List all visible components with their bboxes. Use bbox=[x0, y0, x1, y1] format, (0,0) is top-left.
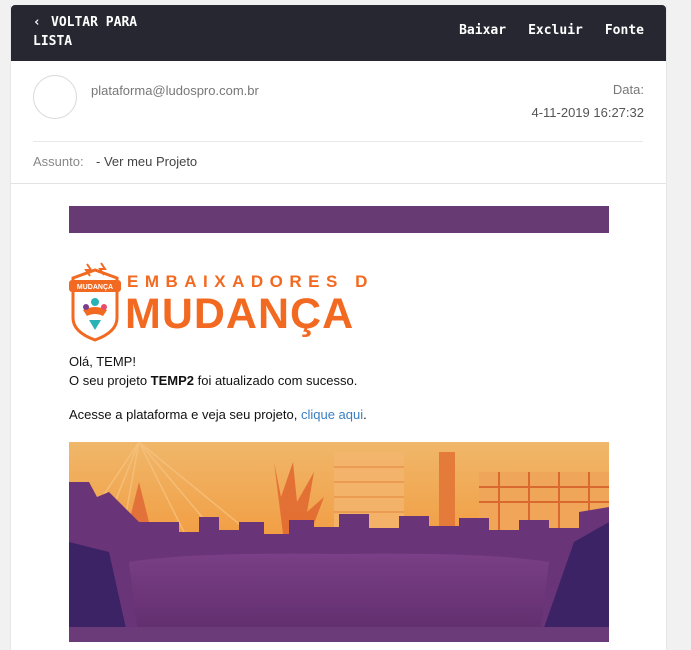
project-name: TEMP2 bbox=[150, 373, 194, 388]
back-to-list-button[interactable]: ‹ VOLTAR PARA LISTA bbox=[33, 13, 183, 51]
message-header: plataforma@ludospro.com.br Data: 4-11-20… bbox=[11, 61, 666, 183]
download-button[interactable]: Baixar bbox=[459, 23, 506, 38]
email-body: MUDANÇA EMBAIXADORES DA MUDANÇA Olá, TEM… bbox=[69, 206, 609, 642]
subject-label: Assunto: bbox=[33, 154, 84, 169]
svg-text:MUDANÇA: MUDANÇA bbox=[77, 284, 113, 291]
email-viewer: ‹ VOLTAR PARA LISTA Baixar Excluir Fonte … bbox=[10, 5, 667, 650]
source-button[interactable]: Fonte bbox=[605, 23, 644, 38]
toolbar-actions: Baixar Excluir Fonte bbox=[459, 23, 644, 38]
top-toolbar: ‹ VOLTAR PARA LISTA Baixar Excluir Fonte bbox=[11, 5, 666, 61]
back-label-line1: VOLTAR PARA bbox=[51, 15, 138, 30]
logo-badge-icon: MUDANÇA bbox=[69, 262, 121, 342]
sender-address: plataforma@ludospro.com.br bbox=[91, 83, 259, 98]
header-divider bbox=[33, 141, 643, 142]
delete-button[interactable]: Excluir bbox=[528, 23, 583, 38]
avatar bbox=[33, 75, 77, 119]
embaixadores-logo: MUDANÇA EMBAIXADORES DA MUDANÇA bbox=[69, 260, 609, 342]
greeting-line: Olá, TEMP! bbox=[69, 354, 136, 369]
svg-text:EMBAIXADORES DA: EMBAIXADORES DA bbox=[127, 272, 369, 291]
city-banner-image bbox=[69, 442, 609, 642]
header-bottom-divider bbox=[11, 183, 666, 184]
date-label: Data: bbox=[612, 82, 644, 97]
cta-line: Acesse a plataforma e veja seu projeto, … bbox=[69, 407, 367, 422]
back-label-line2: LISTA bbox=[33, 34, 73, 49]
subject-value: - Ver meu Projeto bbox=[96, 154, 198, 169]
date-value: 4-11-2019 16:27:32 bbox=[531, 105, 644, 120]
email-top-band bbox=[69, 206, 609, 233]
update-message: O seu projeto TEMP2 foi atualizado com s… bbox=[69, 373, 358, 388]
chevron-left-icon: ‹ bbox=[33, 15, 41, 30]
greeting-block: Olá, TEMP! O seu projeto TEMP2 foi atual… bbox=[69, 352, 609, 390]
click-here-link[interactable]: clique aqui bbox=[301, 407, 363, 422]
svg-text:MUDANÇA: MUDANÇA bbox=[125, 290, 354, 338]
